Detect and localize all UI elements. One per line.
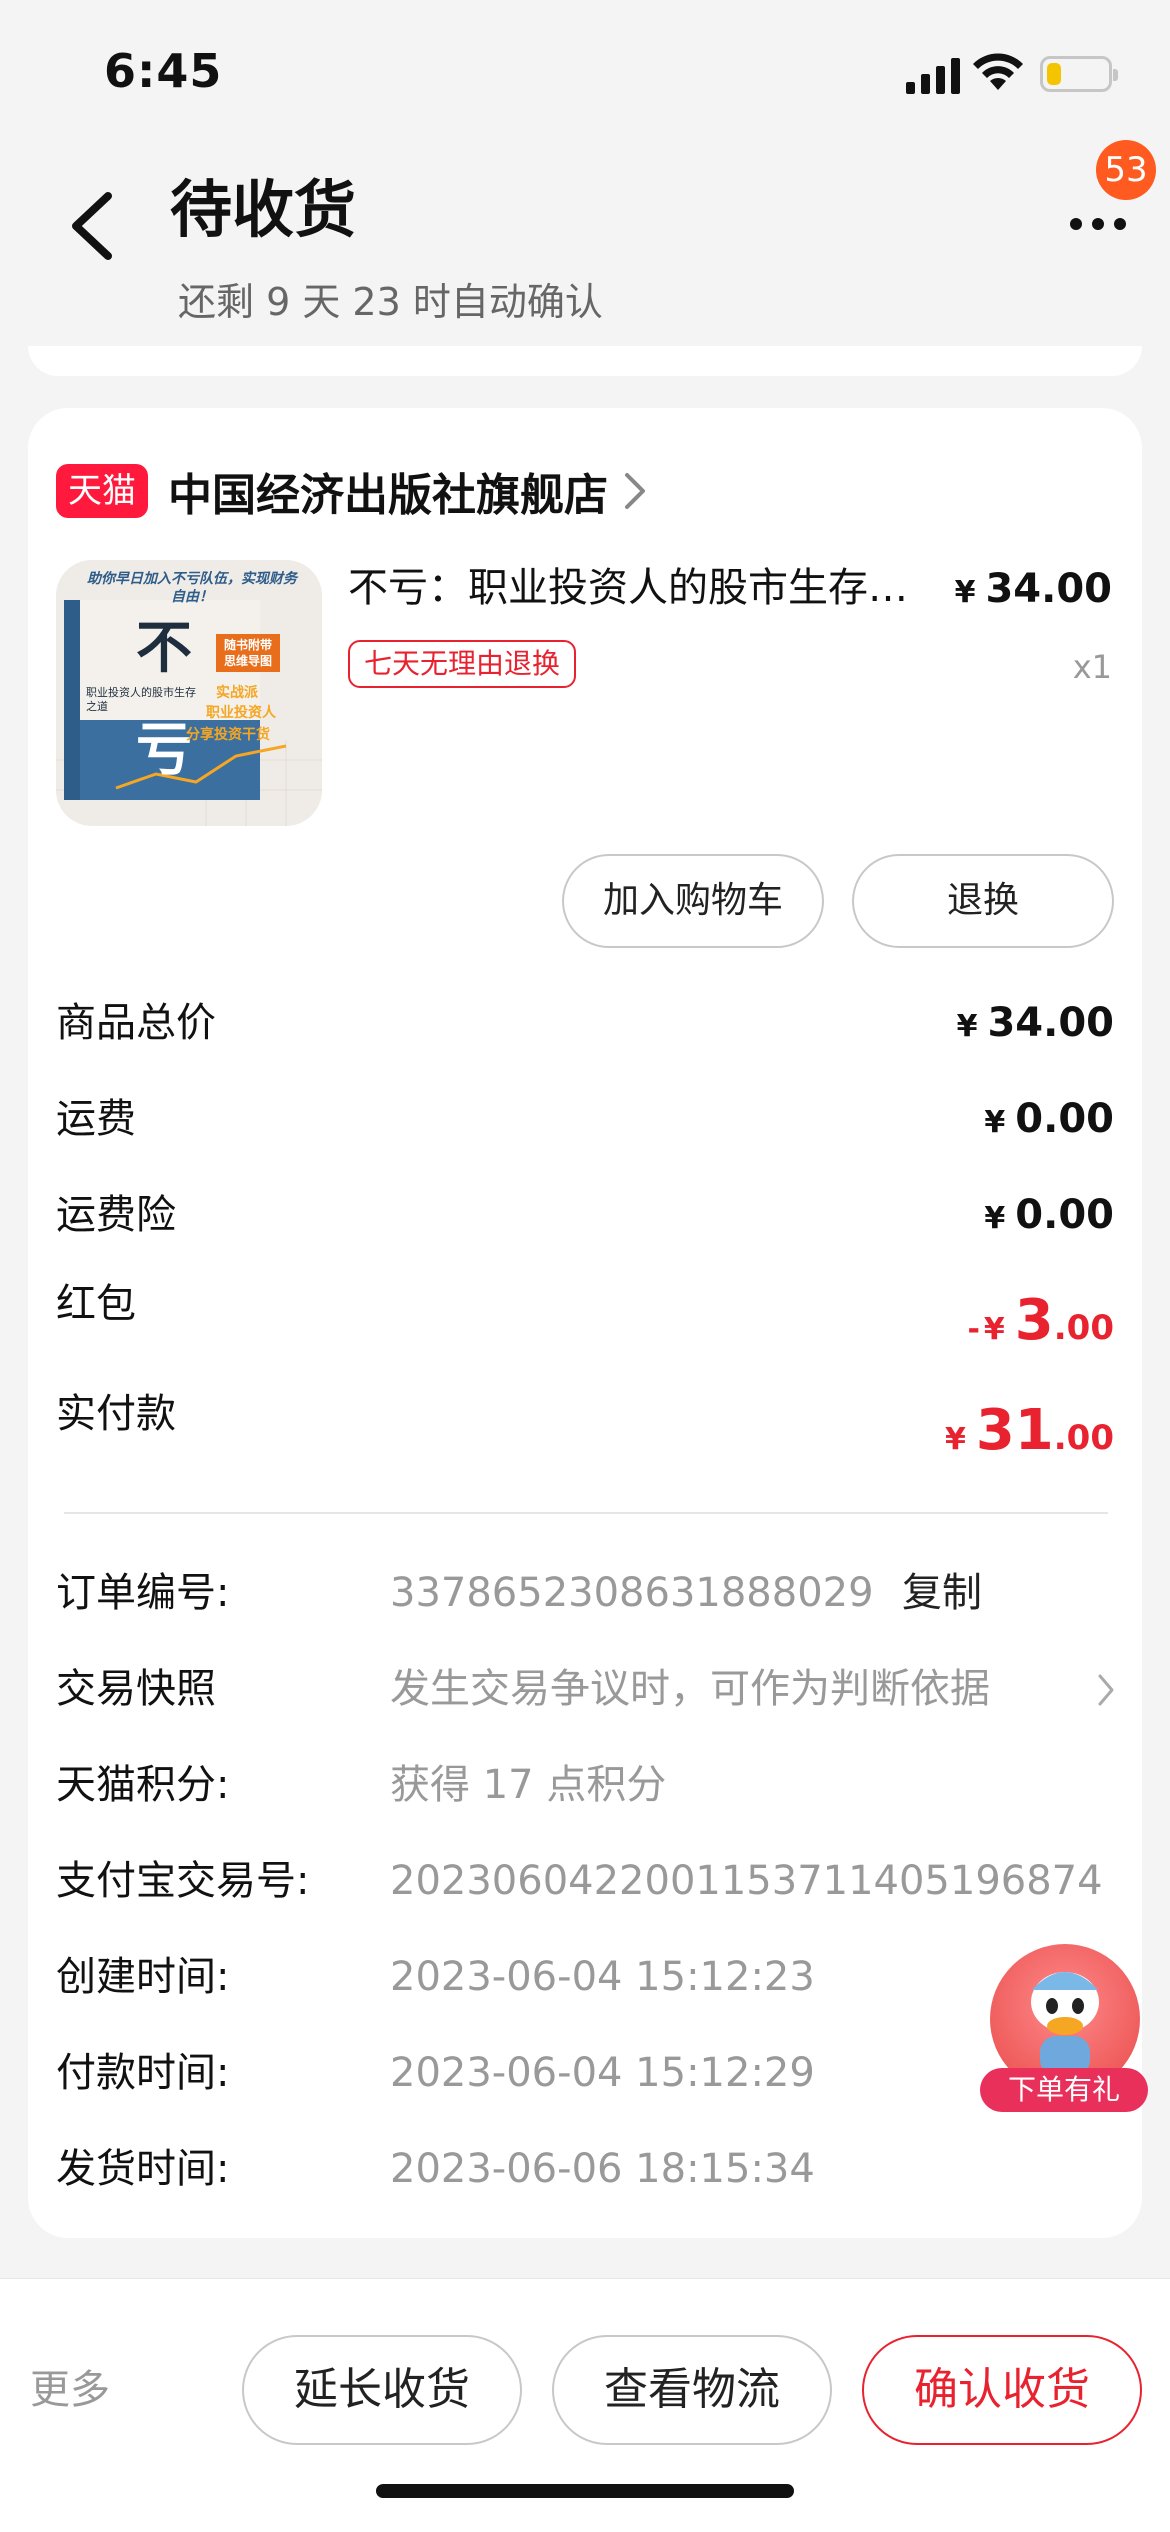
cover-slogan-2: 职业投资人 bbox=[206, 705, 276, 721]
product-image[interactable]: 助你早日加入不亏队伍，实现财务自由！ 不 亏 职业投资人的股市生存之道 随书附带… bbox=[56, 560, 322, 826]
promo-label: 下单有礼 bbox=[980, 2068, 1148, 2112]
page-title: 待收货 bbox=[170, 173, 357, 246]
fee-amount: 0.00 bbox=[1015, 1096, 1114, 1142]
home-indicator bbox=[376, 2484, 794, 2498]
product-price-value: 34.00 bbox=[985, 566, 1112, 612]
info-row-alipay: 支付宝交易号: 2023060422001153711405196874 bbox=[56, 1846, 1116, 1916]
minus-sign: - bbox=[967, 1312, 980, 1347]
status-time: 6:45 bbox=[104, 44, 223, 98]
snapshot-hint: 发生交易争议时，可作为判断依据 bbox=[390, 1666, 990, 1712]
confirm-receipt-button[interactable]: 确认收货 bbox=[862, 2335, 1142, 2445]
header: 待收货 还剩 9 天 23 时自动确认 53 bbox=[0, 140, 1170, 370]
cover-slogan-3: 分享投资干货 bbox=[186, 727, 270, 743]
extend-receipt-button[interactable]: 延长收货 bbox=[242, 2335, 522, 2445]
wifi-icon bbox=[973, 53, 1023, 90]
back-arrow-icon[interactable] bbox=[56, 170, 136, 280]
fee-value: ¥0.00 bbox=[984, 1170, 1114, 1264]
battery-icon bbox=[1040, 56, 1118, 92]
add-to-cart-button[interactable]: 加入购物车 bbox=[562, 854, 824, 948]
currency-symbol: ¥ bbox=[956, 1009, 978, 1044]
divider bbox=[64, 1512, 1108, 1514]
info-label: 交易快照 bbox=[56, 1666, 216, 1712]
fee-amount: 34.00 bbox=[987, 1000, 1114, 1046]
fee-row-paid: 实付款 ¥31.00 bbox=[56, 1376, 1114, 1466]
currency-symbol: ¥ bbox=[984, 1105, 1006, 1140]
info-row-points: 天猫积分: 获得 17 点积分 bbox=[56, 1750, 1116, 1820]
battery-level bbox=[1047, 63, 1061, 85]
info-row-created: 创建时间: 2023-06-04 15:12:23 bbox=[56, 1942, 1116, 2012]
cover-banner: 助你早日加入不亏队伍，实现财务自由！ bbox=[87, 571, 297, 605]
fee-row-shipping-insurance: 运费险 ¥0.00 bbox=[56, 1170, 1114, 1260]
currency-symbol: ¥ bbox=[983, 1312, 1005, 1347]
currency-symbol: ¥ bbox=[954, 575, 976, 610]
tmall-tag: 天猫 bbox=[56, 464, 148, 518]
store-link[interactable]: 天猫 中国经济出版社旗舰店 bbox=[56, 456, 648, 526]
copy-button[interactable]: 复制 bbox=[902, 1558, 982, 1628]
info-label: 付款时间: bbox=[56, 2050, 230, 2096]
promo-float-button[interactable]: 下单有礼 bbox=[980, 1944, 1150, 2114]
paid-int: 31 bbox=[975, 1398, 1054, 1463]
fee-label: 运费险 bbox=[56, 1192, 176, 1238]
info-label: 支付宝交易号: bbox=[56, 1858, 310, 1904]
info-row-order-number: 订单编号: 3378652308631888029 复制 bbox=[56, 1558, 1116, 1628]
previous-card-edge bbox=[28, 346, 1142, 376]
cover-big-char-2: 亏 bbox=[136, 717, 192, 783]
fee-amount: 0.00 bbox=[1015, 1192, 1114, 1238]
currency-symbol: ¥ bbox=[944, 1422, 966, 1457]
fee-label: 运费 bbox=[56, 1096, 136, 1142]
fee-value: ¥0.00 bbox=[984, 1074, 1114, 1168]
store-name: 中国经济出版社旗舰店 bbox=[168, 470, 608, 521]
info-label: 订单编号: bbox=[56, 1570, 230, 1616]
notification-badge: 53 bbox=[1096, 140, 1156, 200]
currency-symbol: ¥ bbox=[984, 1201, 1006, 1236]
order-number: 3378652308631888029 bbox=[390, 1570, 874, 1616]
red-packet-value: - ¥3.00 bbox=[967, 1266, 1114, 1385]
cover-subtitle: 职业投资人的股市生存之道 bbox=[86, 686, 196, 713]
product-price: ¥34.00 bbox=[955, 566, 1112, 612]
fee-label: 商品总价 bbox=[56, 1000, 216, 1046]
fee-label: 实付款 bbox=[56, 1391, 176, 1437]
fee-label: 红包 bbox=[56, 1281, 136, 1327]
cover-slogan-1: 实战派 bbox=[216, 685, 258, 701]
fee-row-shipping: 运费 ¥0.00 bbox=[56, 1074, 1114, 1164]
more-actions-link[interactable]: 更多 bbox=[30, 2335, 110, 2445]
info-label: 发货时间: bbox=[56, 2146, 230, 2192]
auto-confirm-countdown: 还剩 9 天 23 时自动确认 bbox=[178, 280, 603, 324]
view-logistics-button[interactable]: 查看物流 bbox=[552, 2335, 832, 2445]
chevron-right-icon bbox=[1098, 1674, 1114, 1706]
alipay-number: 2023060422001153711405196874 bbox=[390, 1858, 1103, 1904]
fee-row-subtotal: 商品总价 ¥34.00 bbox=[56, 978, 1114, 1068]
info-label: 创建时间: bbox=[56, 1954, 230, 2000]
paid-dec: .00 bbox=[1053, 1418, 1114, 1458]
red-packet-int: 3 bbox=[1014, 1288, 1054, 1353]
points-value: 获得 17 点积分 bbox=[390, 1762, 667, 1808]
info-row-shipped: 发货时间: 2023-06-06 18:15:34 bbox=[56, 2134, 1116, 2204]
chevron-right-icon bbox=[625, 473, 645, 509]
fee-row-red-packet: 红包 - ¥3.00 bbox=[56, 1266, 1114, 1356]
info-label: 天猫积分: bbox=[56, 1762, 230, 1808]
product-title[interactable]: 不亏：职业投资人的股市生存之道 bbox=[348, 558, 908, 618]
product-quantity: x1 bbox=[1072, 648, 1112, 686]
red-packet-dec: .00 bbox=[1053, 1308, 1114, 1348]
paid-time: 2023-06-04 15:12:29 bbox=[390, 2050, 815, 2096]
return-exchange-button[interactable]: 退换 bbox=[852, 854, 1114, 948]
info-row-paid-time: 付款时间: 2023-06-04 15:12:29 bbox=[56, 2038, 1116, 2108]
order-card: 天猫 中国经济出版社旗舰店 助你早日加入不亏队伍，实现财务自由！ 不 亏 职业投… bbox=[28, 408, 1142, 2238]
return-policy-tag: 七天无理由退换 bbox=[348, 640, 577, 688]
cover-sticker: 随书附带思维导图 bbox=[216, 634, 280, 672]
status-bar: 6:45 bbox=[0, 0, 1170, 140]
paid-value: ¥31.00 bbox=[945, 1376, 1114, 1495]
cellular-signal-icon bbox=[906, 58, 960, 94]
info-row-snapshot[interactable]: 交易快照 发生交易争议时，可作为判断依据 bbox=[56, 1654, 1116, 1724]
shipped-time: 2023-06-06 18:15:34 bbox=[390, 2146, 815, 2192]
created-time: 2023-06-04 15:12:23 bbox=[390, 1954, 815, 2000]
cover-big-char-1: 不 bbox=[136, 615, 192, 681]
fee-value: ¥34.00 bbox=[957, 978, 1114, 1072]
